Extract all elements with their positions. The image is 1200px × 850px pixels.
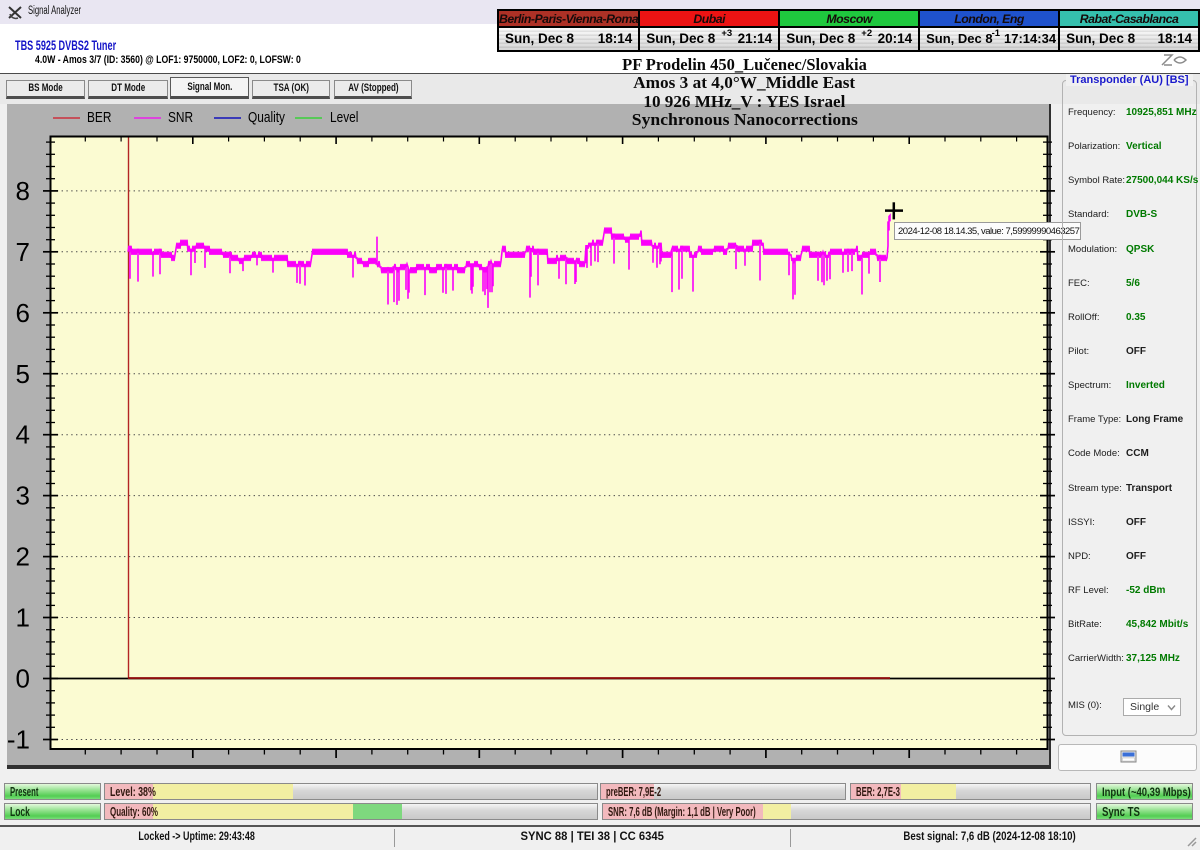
svg-text:2: 2 (16, 542, 30, 572)
svg-text:5: 5 (16, 359, 30, 389)
svg-text:-1: -1 (7, 725, 30, 755)
svg-text:1: 1 (16, 603, 30, 633)
svg-text:0: 0 (16, 664, 30, 694)
svg-text:6: 6 (16, 298, 30, 328)
svg-text:8: 8 (16, 176, 30, 206)
svg-text:3: 3 (16, 481, 30, 511)
svg-text:7: 7 (16, 237, 30, 267)
svg-text:4: 4 (16, 420, 30, 450)
